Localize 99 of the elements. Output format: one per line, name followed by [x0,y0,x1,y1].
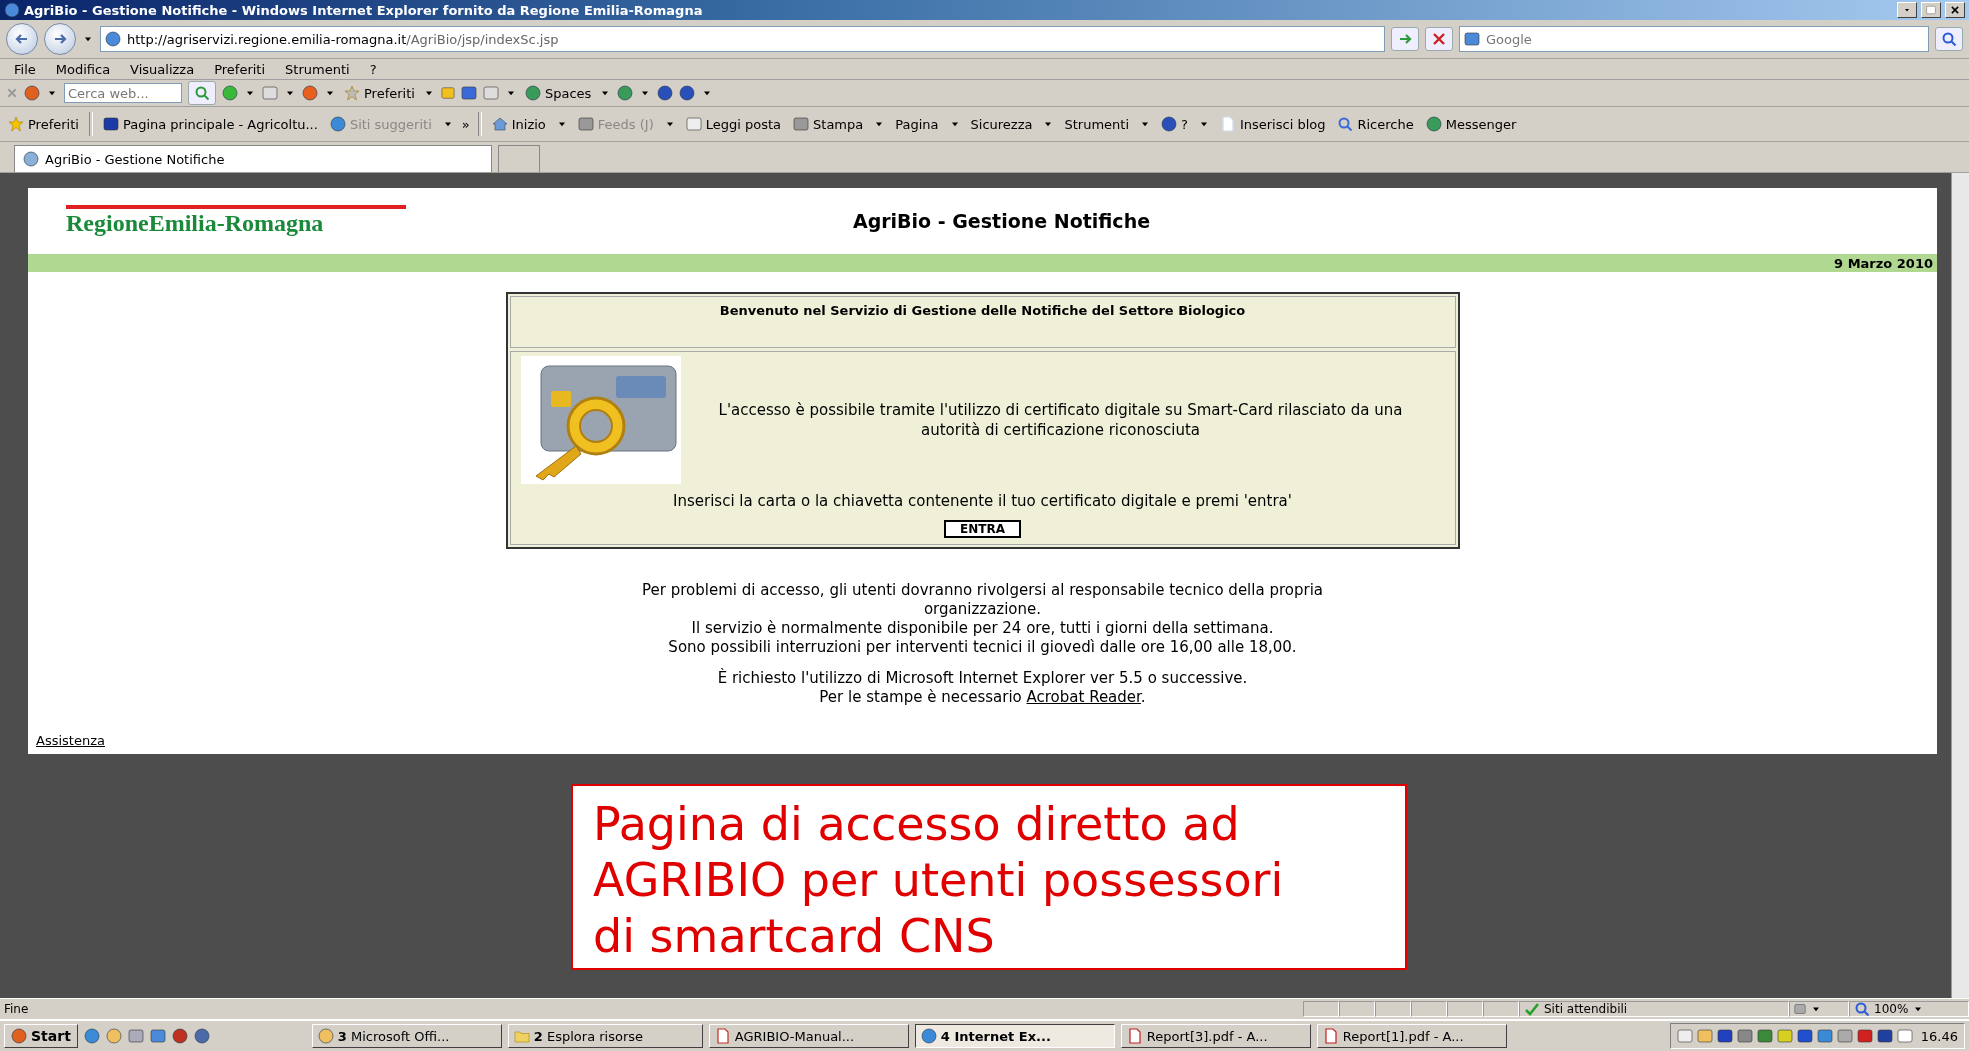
command-bar-item[interactable]: Pagina [893,116,941,132]
info-text: Sono possibili interruzioni per interventi tecnici il giovedì dalle ore 16,00 alle 18,00. [668,638,1297,657]
assistance-link[interactable]: Assistenza [36,733,105,748]
notepad-icon [1219,116,1236,132]
tray-icon [1816,1028,1833,1044]
region-logo: RegioneEmilia-Romagna [66,205,406,237]
status-panel [1483,1001,1519,1017]
menu-item[interactable]: Strumenti [277,61,358,77]
search-icon [1941,31,1957,47]
browser-tab[interactable]: AgriBio - Gestione Notifiche [14,145,492,172]
folder-icon [513,1028,530,1044]
tray-icon [1876,1028,1893,1044]
command-bar-item[interactable]: Ricerche [1335,116,1416,132]
favorites-button[interactable]: Preferiti [342,85,417,101]
command-bar-item[interactable]: Messenger [1423,116,1519,132]
tray-icon [1676,1028,1693,1044]
status-panel [1447,1001,1483,1017]
command-bar-item[interactable]: Stampa [791,116,866,132]
panel-heading: Benvenuto nel Servizio di Gestione delle Notifiche del Settore Biologico [509,296,1456,348]
zoom-button[interactable]: 100% [1849,1001,1969,1017]
favorites-bar-item[interactable]: Pagina principale - Agricoltu... [100,116,320,132]
close-icon [6,87,18,99]
minimize-button[interactable] [1897,2,1917,18]
search-field[interactable]: Google [1459,26,1929,52]
restore-button[interactable] [1921,2,1941,18]
enter-button[interactable]: ENTRA [944,520,1021,538]
access-text: L'accesso è possibile tramite l'utilizzo di certificato digitale su Smart-Card rilasciato da una autorità di certificazione riconosciuta [717,400,1404,440]
command-bar-item[interactable]: Sicurezza [968,116,1035,132]
star-icon [8,116,24,132]
taskbar-button[interactable]: 4 Internet Ex... [914,1024,1115,1048]
check-icon [1524,1001,1540,1017]
pdf-icon [1126,1028,1143,1044]
security-zone: Siti attendibili [1519,1001,1789,1017]
tray-icon [1716,1028,1733,1044]
tray-icon [1756,1028,1773,1044]
address-field[interactable]: http://agriservizi.regione.emilia-romagna.it/AgriBio/jsp/indexSc.jsp [100,26,1385,52]
info-text: È richiesto l'utilizzo di Microsoft Internet Explorer ver 5.5 o successive. [717,669,1248,688]
menu-item[interactable]: Modifica [47,61,119,77]
status-panel [1375,1001,1411,1017]
command-bar-item[interactable]: Inserisci blog [1217,116,1328,132]
plus-icon [222,85,238,101]
menu-item[interactable]: Visualizza [122,61,203,77]
menu-item[interactable]: Preferiti [206,61,274,77]
web-search-field[interactable]: Cerca web... [64,83,182,103]
window-title: AgriBio - Gestione Notifiche - Windows Internet Explorer fornito da Regione Emilia-Romagna [24,2,704,18]
command-bar-item[interactable]: Strumenti [1062,116,1131,132]
acrobat-link[interactable]: Acrobat Reader [1026,688,1141,706]
tray-icon [1856,1028,1873,1044]
command-bar-item[interactable]: Leggi posta [683,116,784,132]
forward-button[interactable] [44,23,76,55]
close-button[interactable] [1945,2,1965,18]
search-button[interactable] [1935,27,1963,51]
close-icon [1950,5,1960,15]
favorites-bar-item[interactable]: Preferiti [6,116,81,132]
info-text: Per problemi di accesso, gli utenti dovranno rivolgersi al responsabile tecnico della propria organizzazione. [641,581,1324,619]
date-text: 9 Marzo 2010 [1834,255,1933,271]
clock: 16.46 [1920,1028,1958,1044]
url-text: http://agriservizi.regione.emilia-romagna.it/AgriBio/jsp/indexSc.jsp [127,31,559,47]
scrollbar[interactable] [1951,173,1969,998]
taskbar-button[interactable]: Report[3].pdf - A... [1120,1024,1311,1048]
taskbar-button[interactable]: 3 Microsoft Offi... [311,1024,502,1048]
page-title: AgriBio - Gestione Notifiche [851,210,1152,232]
status-panel [1411,1001,1447,1017]
status-panel [1303,1001,1339,1017]
menu-item[interactable]: ? [361,61,385,77]
restore-icon [1926,5,1936,15]
pdf-icon [1322,1028,1339,1044]
house-icon [491,116,508,132]
status-panel [1339,1001,1375,1017]
info-text: Il servizio è normalmente disponibile per 24 ore, tutti i giorni della settimana. [691,619,1274,638]
refresh-button[interactable] [1391,27,1419,51]
command-bar-item[interactable]: Inizio [489,116,548,132]
tray-icon [1776,1028,1793,1044]
taskbar-button[interactable]: Report[1].pdf - A... [1316,1024,1507,1048]
zoom-icon [1854,1001,1870,1017]
tray-icon [1896,1028,1913,1044]
search-button[interactable] [188,81,216,105]
info-text: Per le stampe è necessario Acrobat Reader. [819,688,1146,707]
stop-button[interactable] [1425,27,1453,51]
taskbar-button[interactable]: AGRIBIO-Manual... [708,1024,909,1048]
instruction-text: Inserisci la carta o la chiavetta contenente il tuo certificato digitale e premi 'entra' [673,492,1292,510]
close-icon [1431,31,1447,47]
status-text: Fine [3,1002,30,1016]
chevron-button[interactable]: » [461,116,470,132]
command-bar-item[interactable]: ? [1159,116,1190,132]
menu-item[interactable]: File [6,61,44,77]
protected-mode-button[interactable] [1789,1001,1849,1017]
start-button[interactable]: Start [4,1024,78,1048]
search-icon [1337,116,1354,132]
tray-icon [1736,1028,1753,1044]
tray-icon [1796,1028,1813,1044]
tray-icon [1696,1028,1713,1044]
back-button[interactable] [6,23,38,55]
annotation-callout: Pagina di accesso diretto ad AGRIBIO per utenti possessori di smartcard CNS [571,784,1407,970]
taskbar-button[interactable]: 2 Esplora risorse [507,1024,703,1048]
tray-icon [1836,1028,1853,1044]
spaces-button[interactable]: Spaces [522,85,594,101]
star-icon [344,85,360,101]
search-icon [194,85,210,101]
